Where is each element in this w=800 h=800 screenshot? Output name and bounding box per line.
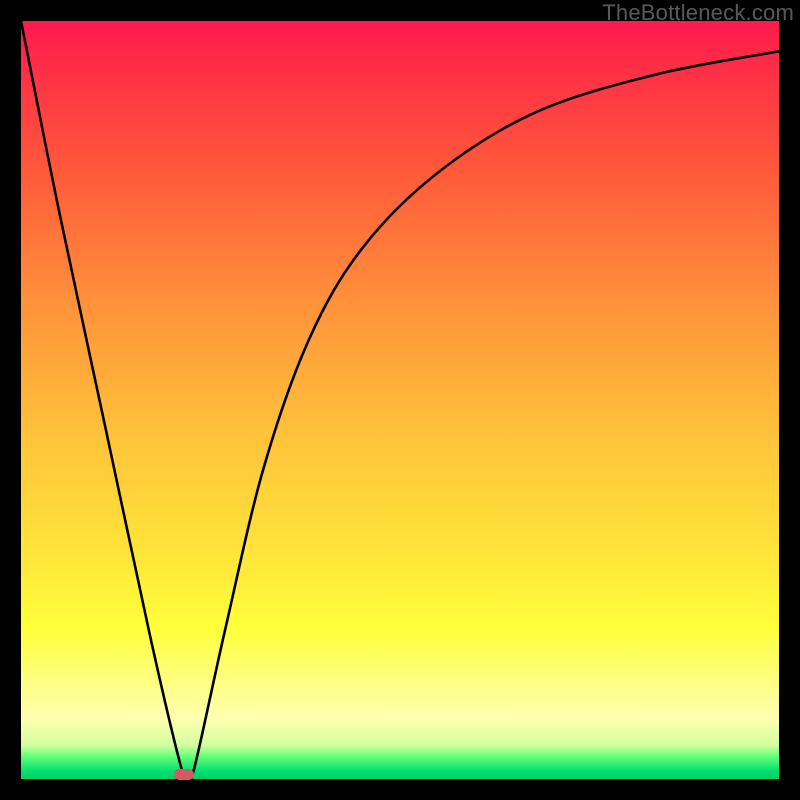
bottleneck-curve [21,21,779,779]
watermark-text: TheBottleneck.com [602,0,794,26]
optimal-point-marker [174,769,194,780]
chart-plot-area [21,21,779,779]
